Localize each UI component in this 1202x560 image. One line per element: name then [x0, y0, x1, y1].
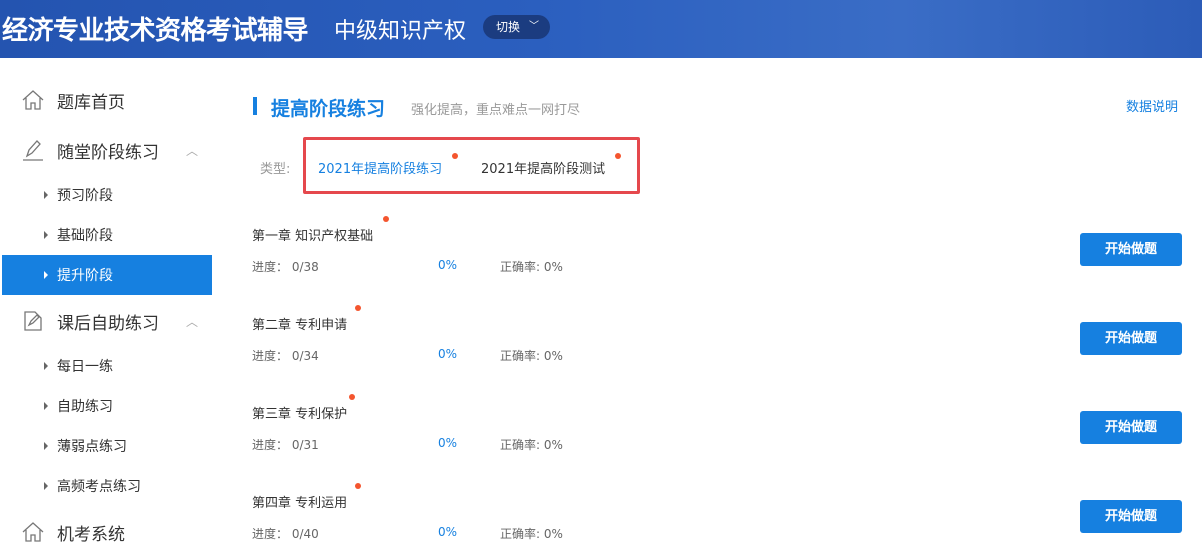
- page-subtitle: 强化提高，重点难点一网打尽: [411, 103, 581, 118]
- brand-title: 经济专业技术资格考试辅导: [2, 16, 309, 46]
- sidebar-item-home[interactable]: 题库首页: [0, 80, 212, 120]
- type-tab-practice[interactable]: 2021年提高阶段练习: [318, 158, 442, 177]
- home-icon: [22, 522, 44, 542]
- type-tab-test[interactable]: 2021年提高阶段测试: [481, 158, 605, 177]
- sidebar-item-label: 薄弱点练习: [57, 439, 127, 455]
- sidebar-item-label: 每日一练: [57, 359, 113, 375]
- switch-label: 切换: [496, 20, 521, 34]
- chapter-progress: 进度： 0/40: [252, 527, 319, 541]
- start-practice-button[interactable]: 开始做题: [1080, 411, 1182, 444]
- pencil-icon: [23, 140, 43, 161]
- sidebar-item-frequent[interactable]: 高频考点练习: [2, 466, 212, 506]
- chapter-accuracy: 正确率: 0%: [500, 349, 563, 363]
- sidebar-group-in-class[interactable]: 随堂阶段练习 ︿: [0, 130, 212, 170]
- sidebar-item-label: 高频考点练习: [57, 479, 141, 495]
- type-label: 类型:: [260, 162, 291, 177]
- sidebar-item-basic[interactable]: 基础阶段: [2, 215, 212, 255]
- sidebar-item-label: 基础阶段: [57, 228, 113, 244]
- sidebar-item-label: 随堂阶段练习: [57, 142, 159, 163]
- caret-right-icon: [44, 442, 48, 450]
- sidebar-item-label: 题库首页: [57, 92, 125, 113]
- chapter-percent: 0%: [438, 525, 458, 539]
- sidebar-item-preview[interactable]: 预习阶段: [2, 175, 212, 215]
- chapter-progress: 进度： 0/38: [252, 260, 319, 274]
- sidebar-item-label: 机考系统: [57, 524, 125, 545]
- subject-title: 中级知识产权: [334, 19, 467, 44]
- chapter-title: 第三章 专利保护: [252, 407, 348, 422]
- chapter-title: 第一章 知识产权基础: [252, 229, 374, 244]
- chevron-down-icon: ﹀: [529, 21, 539, 32]
- new-dot-icon: [615, 153, 621, 159]
- data-explanation-link[interactable]: 数据说明: [1126, 96, 1178, 115]
- caret-right-icon: [44, 362, 48, 370]
- chapter-percent: 0%: [438, 436, 458, 450]
- caret-right-icon: [44, 271, 48, 279]
- sidebar-item-advanced[interactable]: 提升阶段: [2, 255, 212, 295]
- chapter-title: 第四章 专利运用: [252, 496, 348, 511]
- caret-right-icon: [44, 191, 48, 199]
- chapter-title: 第二章 专利申请: [252, 318, 348, 333]
- section-accent-bar: [253, 97, 257, 115]
- switch-subject-button[interactable]: 切换 ﹀: [483, 15, 550, 39]
- sidebar-item-daily[interactable]: 每日一练: [2, 346, 212, 386]
- new-dot-icon: [355, 305, 361, 311]
- sidebar-item-label: 预习阶段: [57, 188, 113, 204]
- start-practice-button[interactable]: 开始做题: [1080, 233, 1182, 266]
- sidebar-item-label: 自助练习: [57, 399, 113, 415]
- home-icon: [22, 90, 44, 110]
- sidebar-item-self[interactable]: 自助练习: [2, 386, 212, 426]
- chevron-up-icon[interactable]: ︿: [186, 313, 198, 330]
- new-dot-icon: [355, 483, 361, 489]
- caret-right-icon: [44, 402, 48, 410]
- page-title: 提高阶段练习: [271, 98, 386, 120]
- start-practice-button[interactable]: 开始做题: [1080, 322, 1182, 355]
- chevron-up-icon[interactable]: ︿: [186, 142, 198, 159]
- caret-right-icon: [44, 231, 48, 239]
- new-dot-icon: [349, 394, 355, 400]
- sidebar-item-label: 课后自助练习: [57, 313, 159, 334]
- sidebar-item-weak[interactable]: 薄弱点练习: [2, 426, 212, 466]
- sidebar-item-exam[interactable]: 机考系统: [0, 512, 212, 552]
- sidebar-item-label: 提升阶段: [57, 268, 113, 284]
- chapter-accuracy: 正确率: 0%: [500, 260, 563, 274]
- chapter-accuracy: 正确率: 0%: [500, 527, 563, 541]
- start-practice-button[interactable]: 开始做题: [1080, 500, 1182, 533]
- header: 经济专业技术资格考试辅导 中级知识产权 切换 ﹀: [0, 0, 1202, 58]
- caret-right-icon: [44, 482, 48, 490]
- chapter-percent: 0%: [438, 258, 458, 272]
- chapter-progress: 进度： 0/31: [252, 438, 319, 452]
- document-edit-icon: [24, 311, 42, 331]
- new-dot-icon: [452, 153, 458, 159]
- sidebar-group-self-study[interactable]: 课后自助练习 ︿: [0, 301, 212, 341]
- chapter-accuracy: 正确率: 0%: [500, 438, 563, 452]
- new-dot-icon: [383, 216, 389, 222]
- chapter-percent: 0%: [438, 347, 458, 361]
- chapter-progress: 进度： 0/34: [252, 349, 319, 363]
- sidebar: 题库首页 随堂阶段练习 ︿ 预习阶段 基础阶段 提升阶段 课后自助练习 ︿ 每日…: [0, 58, 212, 560]
